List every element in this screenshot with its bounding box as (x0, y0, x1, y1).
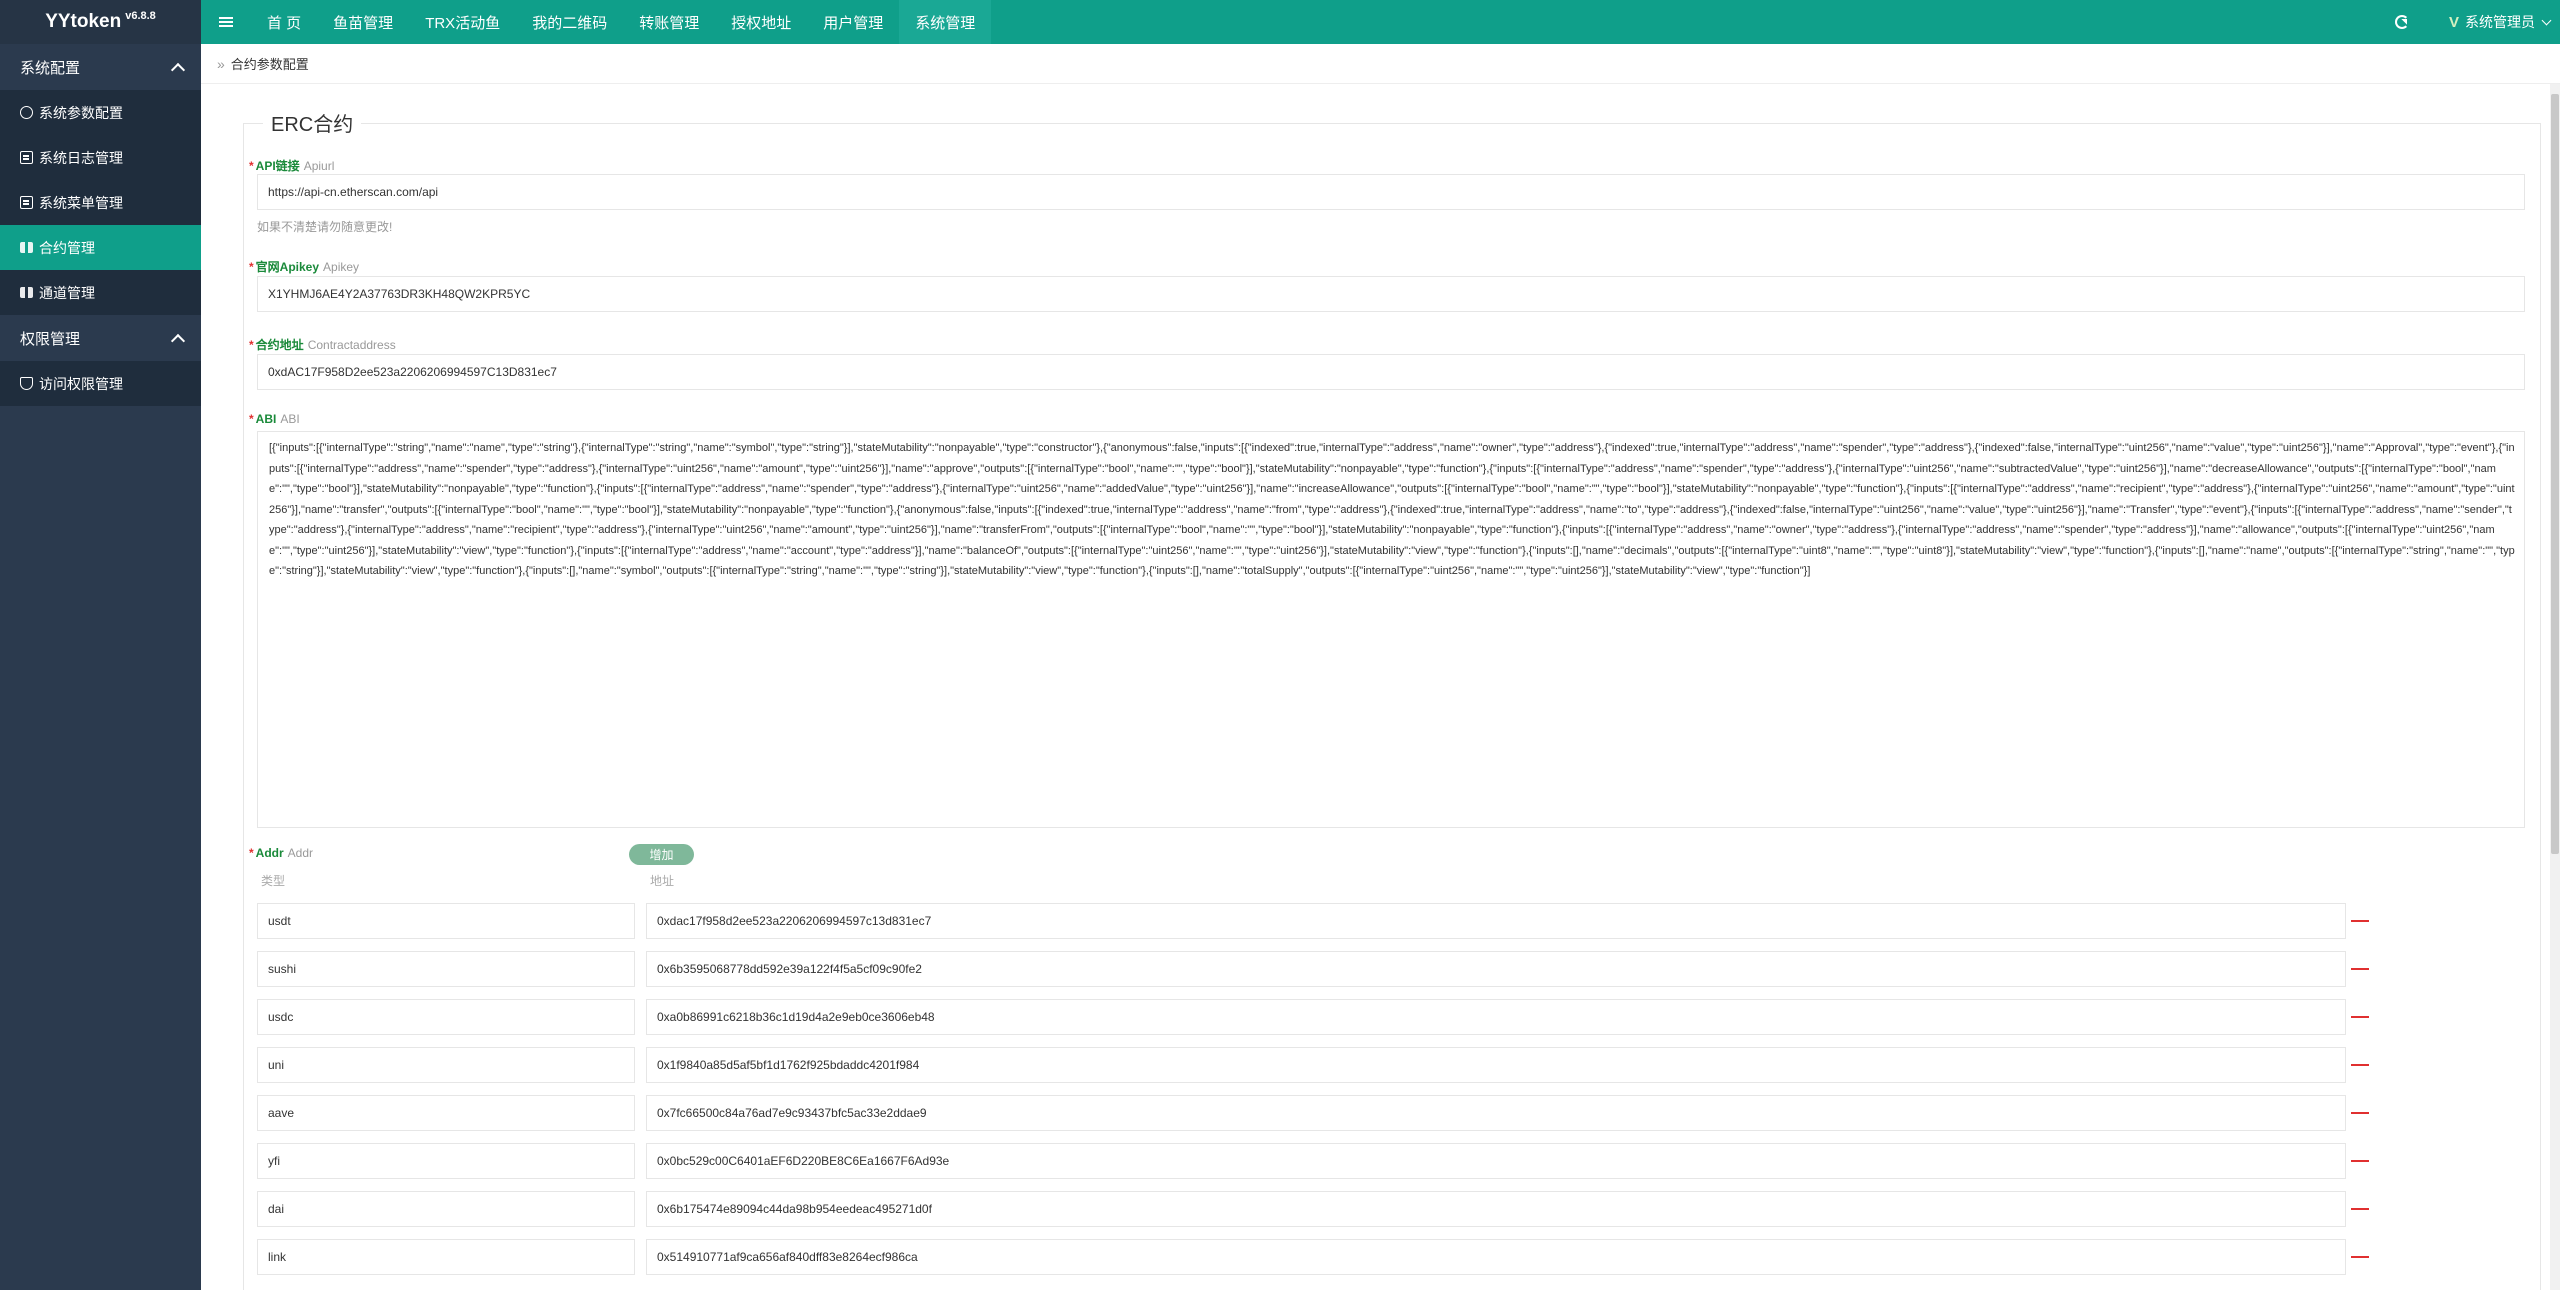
nav-fry[interactable]: 鱼苗管理 (317, 0, 409, 44)
sidebar-item-system-logs[interactable]: 系统日志管理 (0, 135, 201, 180)
book-icon (20, 151, 33, 164)
nav-authorized-address[interactable]: 授权地址 (715, 0, 807, 44)
addr-value-input[interactable]: 0xa0b86991c6218b36c1d19d4a2e9eb0ce3606eb… (646, 999, 2346, 1035)
brand[interactable]: YYtoken v6.8.8 (0, 0, 201, 44)
addr-value-input[interactable]: 0x6b3595068778dd592e39a122f4f5a5cf09c90f… (646, 951, 2346, 987)
apikey-input[interactable]: X1YHMJ6AE4Y2A37763DR3KH48QW2KPR5YC (257, 276, 2525, 312)
addr-type-input[interactable]: sushi (257, 951, 635, 987)
nav-home[interactable]: 首 页 (251, 0, 317, 44)
addr-type-input[interactable]: aave (257, 1095, 635, 1131)
sidebar-item-system-params[interactable]: 系统参数配置 (0, 90, 201, 135)
scrollbar-thumb[interactable] (2551, 94, 2559, 854)
nav-users[interactable]: 用户管理 (807, 0, 899, 44)
book-icon (20, 196, 33, 209)
sidebar: YYtoken v6.8.8 系统配置 系统参数配置 系统日志管理 系统菜单管理… (0, 0, 201, 1290)
chevron-up-icon (170, 333, 186, 348)
remove-row-icon[interactable] (2351, 1256, 2369, 1258)
api-url-input[interactable]: https://api-cn.etherscan.com/api (257, 174, 2525, 210)
abi-label: * ABI ABI (249, 412, 300, 426)
column-header-address: 地址 (650, 874, 675, 888)
remove-row-icon[interactable] (2351, 920, 2369, 922)
remove-row-icon[interactable] (2351, 968, 2369, 970)
shield-icon (20, 377, 33, 390)
brand-version: v6.8.8 (125, 10, 156, 22)
nav-transfer[interactable]: 转账管理 (623, 0, 715, 44)
remove-row-icon[interactable] (2351, 1064, 2369, 1066)
brand-name: YYtoken (45, 11, 122, 32)
grid-icon (20, 242, 33, 253)
contract-address-label: * 合约地址 Contractaddress (249, 338, 396, 352)
sidebar-item-label: 系统日志管理 (39, 149, 123, 166)
sidebar-item-contracts[interactable]: 合约管理 (0, 225, 201, 270)
nav-trx-fish[interactable]: TRX活动鱼 (409, 0, 516, 44)
sidebar-item-label: 通道管理 (39, 284, 95, 301)
addr-type-input[interactable]: usdc (257, 999, 635, 1035)
top-right: V 系统管理员 (2394, 0, 2560, 44)
user-logo-icon: V (2448, 13, 2459, 31)
contract-address-input[interactable]: 0xdAC17F958D2ee523a2206206994597C13D831e… (257, 354, 2525, 390)
addr-value-input[interactable]: 0x6b175474e89094c44da98b954eedeac495271d… (646, 1191, 2346, 1227)
remove-row-icon[interactable] (2351, 1160, 2369, 1162)
addr-value-input[interactable]: 0xdac17f958d2ee523a2206206994597c13d831e… (646, 903, 2346, 939)
sidebar-item-label: 系统菜单管理 (39, 194, 123, 211)
addr-label: * Addr Addr (249, 846, 314, 860)
breadcrumb: » 合约参数配置 (201, 44, 2560, 84)
top-nav: 首 页 鱼苗管理 TRX活动鱼 我的二维码 转账管理 授权地址 用户管理 系统管… (251, 0, 992, 44)
gear-icon (20, 106, 33, 119)
addr-value-input[interactable]: 0x514910771af9ca656af840dff83e8264ecf986… (646, 1239, 2346, 1275)
addr-type-input[interactable]: usdt (257, 903, 635, 939)
remove-row-icon[interactable] (2351, 1016, 2369, 1018)
nav-qrcode[interactable]: 我的二维码 (516, 0, 623, 44)
breadcrumb-current: 合约参数配置 (230, 57, 309, 72)
sidebar-item-label: 合约管理 (39, 239, 95, 256)
apikey-label: * 官网Apikey Apikey (249, 260, 360, 274)
chevron-up-icon (170, 62, 186, 77)
topbar: 首 页 鱼苗管理 TRX活动鱼 我的二维码 转账管理 授权地址 用户管理 系统管… (201, 0, 2560, 44)
nav-system[interactable]: 系统管理 (899, 0, 992, 44)
sidebar-group-label: 系统配置 (20, 59, 81, 77)
main-content: » 合约参数配置 ERC合约 * API链接 Apiurl https://api-… (201, 44, 2560, 1290)
abi-textarea[interactable]: [{"inputs":[{"internalType":"string","na… (257, 431, 2525, 828)
sidebar-group-permissions[interactable]: 权限管理 (0, 315, 201, 361)
addr-value-input[interactable]: 0x0bc529c00C6401aEF6D220BE8C6Ea1667F6Ad9… (646, 1143, 2346, 1179)
add-address-button[interactable]: 增加 (629, 844, 694, 865)
remove-row-icon[interactable] (2351, 1112, 2369, 1114)
vertical-scrollbar[interactable] (2550, 84, 2560, 1290)
grid-icon (20, 287, 33, 298)
api-hint: 如果不清楚请勿随意更改! (257, 220, 393, 234)
sidebar-item-system-menus[interactable]: 系统菜单管理 (0, 180, 201, 225)
column-header-type: 类型 (261, 874, 286, 888)
sidebar-item-label: 访问权限管理 (39, 375, 123, 392)
fieldset-legend: ERC合约 (263, 108, 362, 137)
addr-value-input[interactable]: 0x7fc66500c84a76ad7e9c93437bfc5ac33e2dda… (646, 1095, 2346, 1131)
api-label: * API链接 Apiurl (249, 159, 335, 173)
menu-toggle-icon[interactable] (201, 0, 251, 44)
sidebar-group-system-config[interactable]: 系统配置 (0, 44, 201, 90)
sidebar-item-label: 系统参数配置 (39, 104, 123, 121)
addr-value-input[interactable]: 0x1f9840a85d5af5bf1d1762f925bdaddc4201f9… (646, 1047, 2346, 1083)
sidebar-item-channels[interactable]: 通道管理 (0, 270, 201, 315)
addr-type-input[interactable]: uni (257, 1047, 635, 1083)
chevron-down-icon[interactable] (2541, 15, 2552, 25)
addr-type-input[interactable]: link (257, 1239, 635, 1275)
double-chevron-right-icon: » (217, 55, 225, 72)
user-name[interactable]: 系统管理员 (2465, 12, 2535, 32)
sidebar-group-label: 权限管理 (20, 330, 81, 348)
refresh-icon[interactable] (2394, 15, 2409, 29)
addr-type-input[interactable]: dai (257, 1191, 635, 1227)
sidebar-item-access-permissions[interactable]: 访问权限管理 (0, 361, 201, 406)
remove-row-icon[interactable] (2351, 1208, 2369, 1210)
addr-type-input[interactable]: yfi (257, 1143, 635, 1179)
